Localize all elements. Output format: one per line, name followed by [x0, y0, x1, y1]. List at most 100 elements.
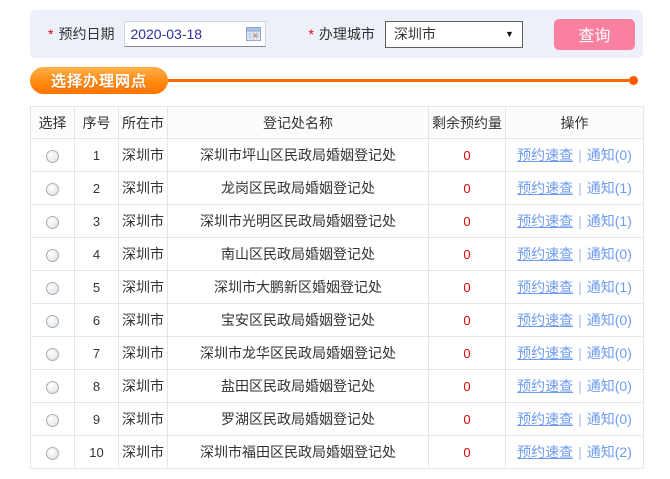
- quick-check-link[interactable]: 预约速查: [517, 279, 573, 295]
- select-radio[interactable]: [46, 381, 59, 394]
- city-select-value: 深圳市: [394, 24, 436, 44]
- city-cell: 深圳市: [119, 403, 168, 436]
- quick-check-link[interactable]: 预约速查: [517, 213, 573, 229]
- registry-name-cell: 罗湖区民政局婚姻登记处: [168, 403, 429, 436]
- table-row: 5 深圳市 深圳市大鹏新区婚姻登记处 0 预约速查|通知(1): [31, 271, 644, 304]
- query-button[interactable]: 查询: [554, 19, 635, 50]
- seq-cell: 10: [75, 436, 119, 469]
- quick-check-link[interactable]: 预约速查: [517, 180, 573, 196]
- remaining-count: 0: [429, 436, 506, 469]
- action-separator: |: [578, 213, 582, 229]
- remaining-count: 0: [429, 370, 506, 403]
- action-separator: |: [578, 378, 582, 394]
- notice-link[interactable]: 通知(0): [587, 411, 632, 427]
- select-cell: [31, 337, 75, 370]
- quick-check-link[interactable]: 预约速查: [517, 444, 573, 460]
- quick-check-link[interactable]: 预约速查: [517, 345, 573, 361]
- select-radio[interactable]: [46, 414, 59, 427]
- header-seq: 序号: [75, 107, 119, 139]
- seq-cell: 3: [75, 205, 119, 238]
- table-row: 9 深圳市 罗湖区民政局婚姻登记处 0 预约速查|通知(0): [31, 403, 644, 436]
- action-separator: |: [578, 180, 582, 196]
- city-select[interactable]: 深圳市 ▼: [385, 21, 523, 48]
- select-cell: [31, 172, 75, 205]
- action-cell: 预约速查 | 通知(0): [506, 337, 644, 370]
- required-marker: *: [48, 26, 53, 42]
- action-cell: 预约速查 | 通知(0): [506, 370, 644, 403]
- city-cell: 深圳市: [119, 370, 168, 403]
- remaining-count: 0: [429, 304, 506, 337]
- notice-link[interactable]: 通知(0): [587, 345, 632, 361]
- select-cell: [31, 238, 75, 271]
- remaining-count: 0: [429, 205, 506, 238]
- registry-name-cell: 南山区民政局婚姻登记处: [168, 238, 429, 271]
- quick-check-link[interactable]: 预约速查: [517, 147, 573, 163]
- action-separator: |: [578, 147, 582, 163]
- action-separator: |: [578, 246, 582, 262]
- select-radio[interactable]: [46, 150, 59, 163]
- table-row: 1 深圳市 深圳市坪山区民政局婚姻登记处 0 预约速查|通知(0): [31, 139, 644, 172]
- city-cell: 深圳市: [119, 337, 168, 370]
- action-separator: |: [578, 312, 582, 328]
- calendar-icon[interactable]: [246, 27, 261, 41]
- select-cell: [31, 304, 75, 337]
- action-separator: |: [578, 444, 582, 460]
- table-row: 6 深圳市 宝安区民政局婚姻登记处 0 预约速查|通知(0): [31, 304, 644, 337]
- seq-cell: 2: [75, 172, 119, 205]
- remaining-count: 0: [429, 172, 506, 205]
- table-row: 7 深圳市 深圳市龙华区民政局婚姻登记处 0 预约速查|通知(0): [31, 337, 644, 370]
- action-separator: |: [578, 279, 582, 295]
- action-cell: 预约速查 | 通知(0): [506, 304, 644, 337]
- header-select: 选择: [31, 107, 75, 139]
- select-radio[interactable]: [46, 249, 59, 262]
- registry-name-cell: 深圳市光明区民政局婚姻登记处: [168, 205, 429, 238]
- notice-link[interactable]: 通知(0): [587, 378, 632, 394]
- notice-link[interactable]: 通知(0): [587, 147, 632, 163]
- city-cell: 深圳市: [119, 271, 168, 304]
- table-row: 2 深圳市 龙岗区民政局婚姻登记处 0 预约速查|通知(1): [31, 172, 644, 205]
- notice-link[interactable]: 通知(1): [587, 279, 632, 295]
- select-radio[interactable]: [46, 216, 59, 229]
- city-cell: 深圳市: [119, 304, 168, 337]
- city-cell: 深圳市: [119, 205, 168, 238]
- select-cell: [31, 436, 75, 469]
- select-radio[interactable]: [46, 447, 59, 460]
- notice-link[interactable]: 通知(0): [587, 246, 632, 262]
- date-label: 预约日期: [58, 24, 114, 44]
- header-name: 登记处名称: [168, 107, 429, 139]
- quick-check-link[interactable]: 预约速查: [517, 246, 573, 262]
- city-label: 办理城市: [319, 24, 375, 44]
- action-separator: |: [578, 345, 582, 361]
- section-header: 选择办理网点: [30, 67, 643, 94]
- date-input[interactable]: 2020-03-18: [124, 21, 266, 47]
- select-radio[interactable]: [46, 183, 59, 196]
- action-cell: 预约速查 | 通知(1): [506, 271, 644, 304]
- quick-check-link[interactable]: 预约速查: [517, 411, 573, 427]
- notice-link[interactable]: 通知(1): [587, 180, 632, 196]
- table-row: 4 深圳市 南山区民政局婚姻登记处 0 预约速查|通知(0): [31, 238, 644, 271]
- action-cell: 预约速查 | 通知(1): [506, 172, 644, 205]
- notice-link[interactable]: 通知(0): [587, 312, 632, 328]
- select-cell: [31, 271, 75, 304]
- remaining-count: 0: [429, 238, 506, 271]
- quick-check-link[interactable]: 预约速查: [517, 378, 573, 394]
- seq-cell: 8: [75, 370, 119, 403]
- select-radio[interactable]: [46, 315, 59, 328]
- registry-name-cell: 宝安区民政局婚姻登记处: [168, 304, 429, 337]
- select-radio[interactable]: [46, 282, 59, 295]
- section-divider-dot: [629, 76, 638, 85]
- quick-check-link[interactable]: 预约速查: [517, 312, 573, 328]
- action-cell: 预约速查|通知(0): [506, 403, 644, 436]
- registry-name-cell: 深圳市福田区民政局婚姻登记处: [168, 436, 429, 469]
- select-cell: [31, 370, 75, 403]
- date-value: 2020-03-18: [130, 26, 246, 42]
- select-radio[interactable]: [46, 348, 59, 361]
- notice-link[interactable]: 通知(2): [587, 444, 632, 460]
- notice-link[interactable]: 通知(1): [587, 213, 632, 229]
- registry-name-cell: 深圳市龙华区民政局婚姻登记处: [168, 337, 429, 370]
- action-cell: 预约速查 | 通知(1): [506, 205, 644, 238]
- section-title-pill: 选择办理网点: [30, 67, 168, 94]
- table-row: 10 深圳市 深圳市福田区民政局婚姻登记处 0 预约速查|通知(2): [31, 436, 644, 469]
- registry-name-cell: 深圳市坪山区民政局婚姻登记处: [168, 139, 429, 172]
- table-row: 3 深圳市 深圳市光明区民政局婚姻登记处 0 预约速查 | 通知(1): [31, 205, 644, 238]
